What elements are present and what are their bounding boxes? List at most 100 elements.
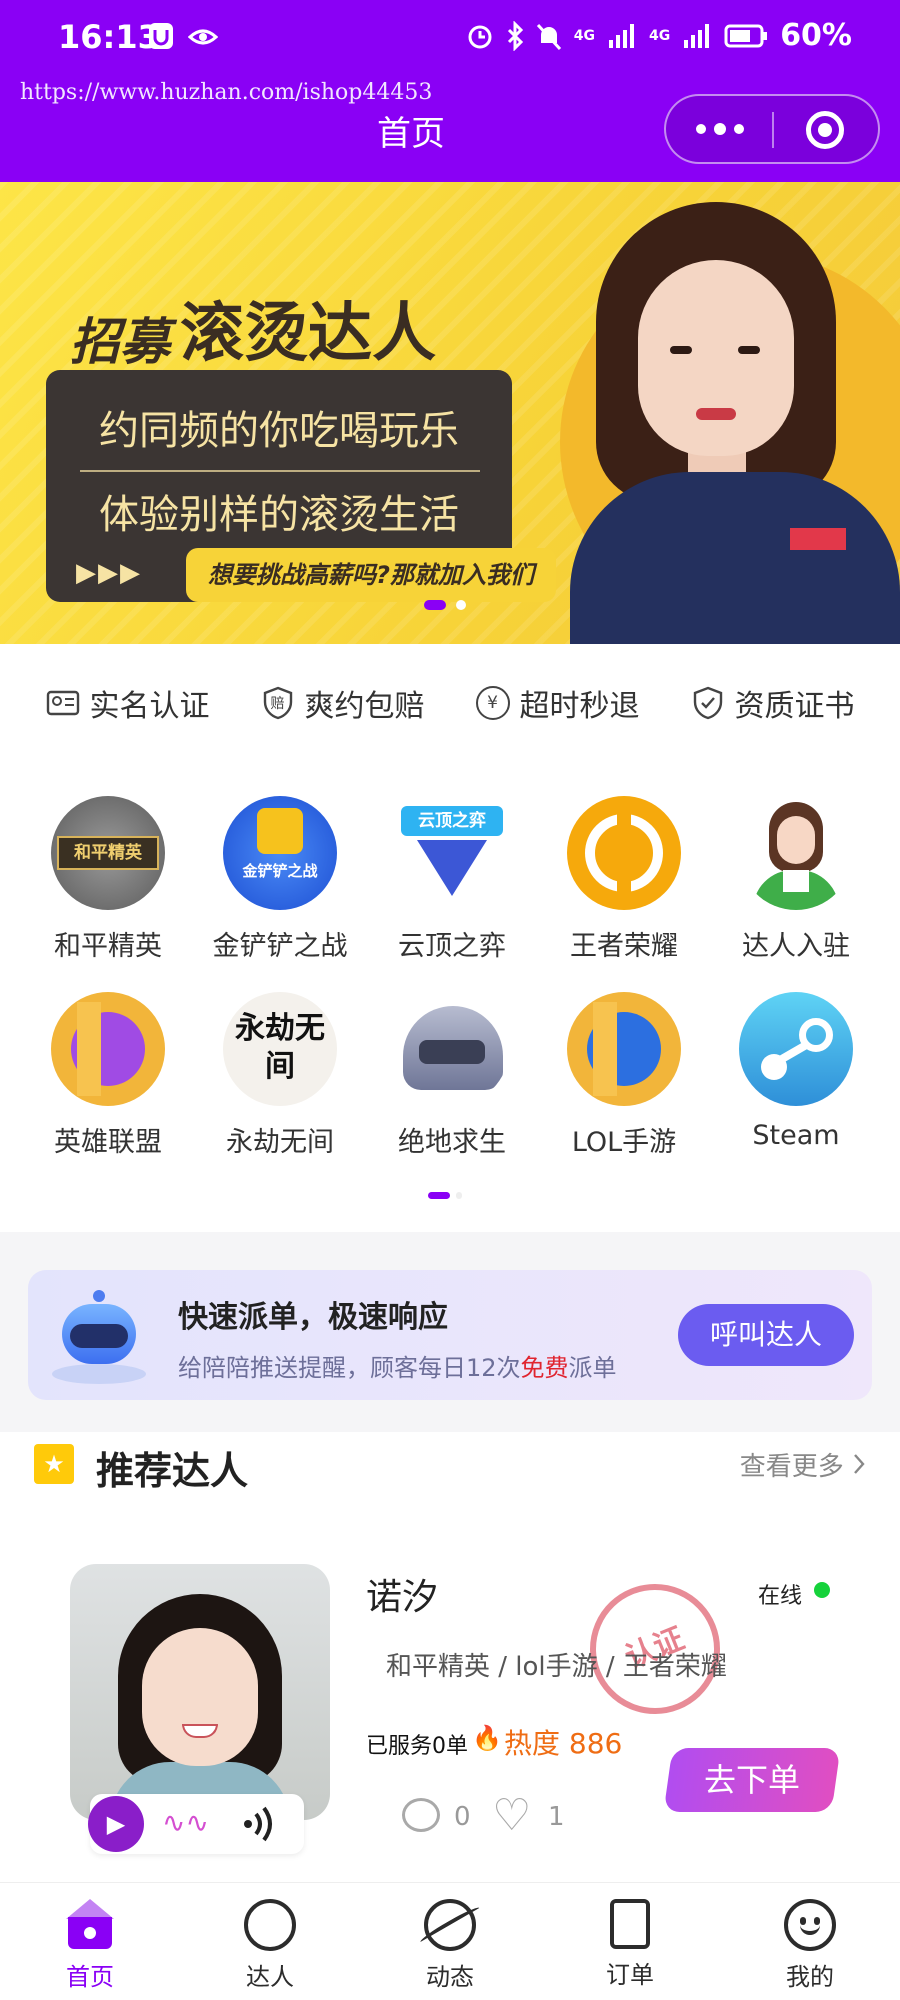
status-left-icons <box>148 22 218 52</box>
talent-photo[interactable] <box>70 1564 330 1820</box>
more-icon[interactable] <box>696 118 744 140</box>
app-root: 16:13 4G 4G 60% https://www.huzhan.com/i… <box>0 0 900 2000</box>
dispatch-promo-card: 快速派单，极速响应 给陪陪推送提醒，顾客每日12次免费派单 呼叫达人 <box>28 1270 872 1400</box>
banner-divider <box>80 470 480 472</box>
star-icon: ★ <box>34 1444 74 1484</box>
battery-icon <box>724 24 768 47</box>
id-card-icon <box>46 690 79 716</box>
promo-subtitle: 给陪陪推送提醒，顾客每日12次免费派单 <box>178 1354 617 1382</box>
banner-tag: ▶▶▶ 想要挑战高薪吗?那就加入我们 <box>46 548 556 602</box>
heat-value: 热度 886 <box>504 1727 623 1760</box>
category-golden-spatula[interactable]: 金铲铲之战 金铲铲之战 <box>194 796 366 963</box>
battery-percent: 60% <box>780 18 852 53</box>
compensation-shield-icon: 赔 <box>261 686 295 720</box>
bluetooth-icon <box>507 20 523 51</box>
alarm-icon <box>468 25 492 48</box>
tab-orders[interactable]: 订单 <box>540 1883 720 2000</box>
guarantee-refund: ¥ 超时秒退 <box>475 681 640 725</box>
close-target-icon[interactable] <box>806 111 844 149</box>
talent-card[interactable]: ▶ ∿∿ 诺汐 在线 认证 和平精英 / lol手游 / 王者荣耀 已服务0单 … <box>0 1512 900 1882</box>
banner-line-1: 约同频的你吃喝玩乐 <box>99 408 459 454</box>
category-peace-elite[interactable]: 和平精英 和平精英 <box>22 796 194 963</box>
guarantee-label: 实名认证 <box>89 689 210 724</box>
home-icon <box>64 1899 116 1951</box>
tab-mine[interactable]: 我的 <box>720 1883 900 2000</box>
category-talent-join[interactable]: 达人入驻 <box>710 796 882 963</box>
tab-feed[interactable]: 动态 <box>360 1883 540 2000</box>
smiley-icon <box>784 1899 836 1951</box>
tab-label: 动态 <box>426 1963 474 1991</box>
league-of-legends-icon <box>51 992 165 1106</box>
category-label: LOL手游 <box>571 1127 677 1158</box>
fire-icon: 🔥 <box>472 1724 502 1752</box>
tab-label: 达人 <box>246 1963 294 1991</box>
capsule-divider <box>772 112 774 148</box>
mini-program-capsule <box>664 94 880 164</box>
category-honor-of-kings[interactable]: 王者荣耀 <box>538 796 710 963</box>
status-right: 4G 4G 60% <box>466 18 852 53</box>
banner-headline-big: 滚烫达人 <box>180 297 436 371</box>
heart-icon[interactable]: ♡ <box>492 1790 531 1841</box>
shield-app-icon <box>149 23 173 49</box>
talent-games: 和平精英 / lol手游 / 王者荣耀 <box>386 1652 727 1682</box>
category-label: Steam <box>752 1120 840 1151</box>
category-label: 永劫无间 <box>226 1127 334 1158</box>
category-lol[interactable]: 英雄联盟 <box>22 992 194 1159</box>
tab-home[interactable]: 首页 <box>0 1883 180 2000</box>
talent-join-icon <box>739 796 853 910</box>
category-page-active[interactable] <box>428 1192 450 1199</box>
banner-dot-active[interactable] <box>424 600 446 610</box>
bottom-tab-bar: 首页 达人 动态 订单 我的 <box>0 1882 900 2000</box>
category-tft[interactable]: 云顶之弈 云顶之弈 <box>366 796 538 963</box>
planet-icon <box>418 1899 482 1951</box>
call-talent-button[interactable]: 呼叫达人 <box>678 1304 854 1366</box>
category-steam[interactable]: Steam <box>710 992 882 1151</box>
banner-tagline: 想要挑战高薪吗?那就加入我们 <box>186 548 556 602</box>
comment-icon[interactable] <box>402 1798 440 1832</box>
certificate-shield-icon <box>693 686 722 720</box>
place-order-button[interactable]: 去下单 <box>663 1748 841 1812</box>
banner-line-2: 体验别样的滚烫生活 <box>99 492 459 538</box>
hero-banner[interactable]: 招募 滚烫达人 约同频的你吃喝玩乐 体验别样的滚烫生活 ▶▶▶ 想要挑战高薪吗?… <box>0 182 900 644</box>
category-lol-mobile[interactable]: LOL手游 <box>538 992 710 1159</box>
banner-arrows-icon: ▶▶▶ <box>76 558 142 588</box>
guarantee-label: 爽约包赔 <box>304 689 425 724</box>
category-grid: 和平精英 和平精英 金铲铲之战 金铲铲之战 云顶之弈 云顶之弈 王者荣耀 达人入… <box>0 762 900 1232</box>
teamfight-tactics-icon: 云顶之弈 <box>395 796 509 910</box>
banner-pagination <box>424 600 466 610</box>
like-count: 1 <box>548 1802 565 1832</box>
guarantee-label: 超时秒退 <box>519 689 640 724</box>
category-page[interactable] <box>456 1192 462 1199</box>
category-naraka[interactable]: 永劫无间 永劫无间 <box>194 992 366 1159</box>
clipboard-icon <box>610 1899 650 1949</box>
nav-bar: https://www.huzhan.com/ishop44453 首页 <box>0 80 900 182</box>
steam-icon <box>739 992 853 1106</box>
url-watermark: https://www.huzhan.com/ishop44453 <box>20 80 433 105</box>
robot-icon <box>52 1290 146 1386</box>
guarantee-real-name: 实名认证 <box>46 681 210 725</box>
online-dot <box>814 1582 830 1598</box>
signal-1-icon <box>608 23 634 48</box>
category-pagination <box>428 1192 462 1199</box>
comment-count: 0 <box>454 1802 471 1832</box>
served-count: 已服务0单 <box>366 1734 468 1759</box>
category-pubg[interactable]: 绝地求生 <box>366 992 538 1159</box>
play-icon[interactable]: ▶ <box>88 1796 144 1852</box>
see-more-link[interactable]: 查看更多 <box>740 1446 866 1483</box>
tab-label: 订单 <box>606 1961 654 1989</box>
sound-icon <box>244 1806 272 1842</box>
signal-2-label: 4G <box>648 27 671 44</box>
refund-icon: ¥ <box>475 686 510 720</box>
waveform-icon: ∿∿ <box>162 1806 209 1839</box>
tab-talent[interactable]: 达人 <box>180 1883 360 2000</box>
voice-intro-bar[interactable]: ▶ ∿∿ <box>88 1794 304 1854</box>
category-label: 和平精英 <box>54 931 162 962</box>
recommend-header: ★ 推荐达人 查看更多 <box>0 1432 900 1512</box>
signal-1-label: 4G <box>573 27 595 44</box>
category-label: 云顶之弈 <box>398 931 506 962</box>
tab-label: 首页 <box>66 1963 114 1991</box>
category-label: 达人入驻 <box>742 931 850 962</box>
peace-elite-icon: 和平精英 <box>51 796 165 910</box>
banner-dot[interactable] <box>456 600 466 610</box>
honor-of-kings-icon <box>567 796 681 910</box>
